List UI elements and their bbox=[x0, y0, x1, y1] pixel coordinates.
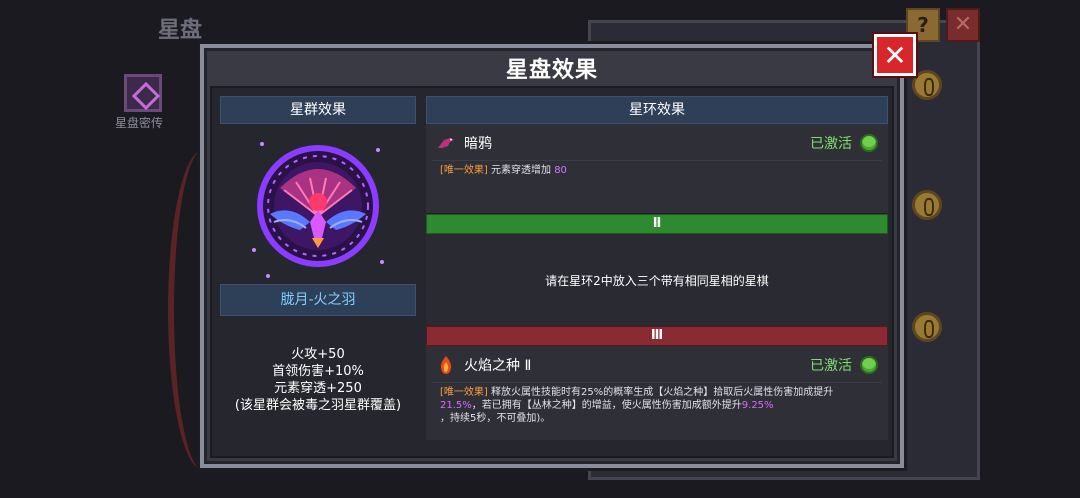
empty-slot-hint: 请在星环2中放入三个带有相同星相的星棋 bbox=[426, 234, 888, 326]
empty-slot-text: 请在星环2中放入三个带有相同星相的星棋 bbox=[545, 273, 769, 288]
effect-status: 已激活 bbox=[810, 136, 852, 152]
cluster-name: 胧月-火之羽 bbox=[220, 284, 416, 316]
coin-icon[interactable] bbox=[912, 312, 942, 342]
side-item-label[interactable]: 星盘密传 bbox=[115, 114, 163, 131]
effect-name: 火焰之种 Ⅱ bbox=[464, 358, 532, 374]
cluster-stats: 火攻+50 首领伤害+10% 元素穿透+250 (该星群会被毒之羽星群覆盖) bbox=[220, 346, 416, 414]
ring-effect-header: 星环效果 bbox=[426, 96, 888, 124]
effect-text: 释放火属性技能时有25%的概率生成【火焰之种】拾取后火属性伤害加成提升 bbox=[491, 387, 834, 398]
effect-description: [唯一效果] 释放火属性技能时有25%的概率生成【火焰之种】拾取后火属性伤害加成… bbox=[440, 386, 874, 425]
active-indicator-icon bbox=[860, 134, 878, 152]
tier-bar-3: Ⅲ bbox=[426, 326, 888, 346]
coin-icon[interactable] bbox=[912, 70, 942, 100]
effect-text: ，若已拥有【丛林之种】的增益，使火属性伤害加成额外提升 bbox=[471, 400, 742, 411]
cluster-emblem-area bbox=[220, 124, 416, 284]
ring-effect-panel: 星环效果 暗鸦 已激活 [唯一效果] 元素穿透增加 80 Ⅱ 请在星环2中放入三… bbox=[426, 96, 888, 452]
effect-value: 80 bbox=[554, 165, 567, 176]
stat-line: 首领伤害+10% bbox=[272, 364, 364, 379]
ring-effect-item: 暗鸦 已激活 [唯一效果] 元素穿透增加 80 bbox=[426, 124, 888, 214]
effect-tag: [唯一效果] bbox=[440, 387, 488, 398]
tier-bar-2: Ⅱ bbox=[426, 214, 888, 234]
effect-tag: [唯一效果] bbox=[440, 165, 488, 176]
divider bbox=[432, 160, 882, 161]
fire-feather-emblem-icon bbox=[252, 142, 384, 278]
cluster-effect-header: 星群效果 bbox=[220, 96, 416, 124]
effect-value: 21.5% bbox=[440, 400, 472, 411]
effect-status: 已激活 bbox=[810, 358, 852, 374]
effect-text: 元素穿透增加 bbox=[491, 165, 551, 176]
modal-title: 星盘效果 bbox=[505, 58, 598, 83]
flame-seed-icon bbox=[440, 356, 452, 374]
active-indicator-icon bbox=[860, 356, 878, 374]
page-title: 星盘 bbox=[158, 18, 203, 43]
effect-value: 9.25% bbox=[741, 400, 774, 411]
cluster-effect-panel: 星群效果 胧月-火之羽 火攻+50 首领伤害+10% 元素穿透+250 (该星群… bbox=[220, 96, 416, 452]
close-button[interactable]: ✕ bbox=[874, 34, 916, 76]
effect-description: [唯一效果] 元素穿透增加 80 bbox=[440, 164, 874, 177]
star-disk-effect-modal: 星盘效果 ✕ 星群效果 胧月-火之羽 火攻+50 首领伤害+10% 元素穿透+2… bbox=[200, 34, 916, 468]
modal-body: 星群效果 胧月-火之羽 火攻+50 首领伤害+10% 元素穿透+250 (该星群… bbox=[210, 86, 894, 458]
stat-line: 元素穿透+250 bbox=[274, 381, 362, 396]
close-icon: ✕ bbox=[883, 38, 907, 72]
effect-name: 暗鸦 bbox=[464, 136, 492, 152]
divider bbox=[432, 382, 882, 383]
ring-effect-item: 火焰之种 Ⅱ 已激活 [唯一效果] 释放火属性技能时有25%的概率生成【火焰之种… bbox=[426, 346, 888, 440]
stat-line: 火攻+50 bbox=[291, 347, 345, 362]
crow-icon bbox=[438, 138, 454, 148]
star-secret-icon[interactable] bbox=[124, 74, 162, 112]
background-close-icon[interactable]: ✕ bbox=[946, 8, 980, 42]
effect-text: ，持续5秒，不可叠加)。 bbox=[440, 413, 551, 424]
coin-icon[interactable] bbox=[912, 190, 942, 220]
stat-note: (该星群会被毒之羽星群覆盖) bbox=[234, 398, 402, 413]
